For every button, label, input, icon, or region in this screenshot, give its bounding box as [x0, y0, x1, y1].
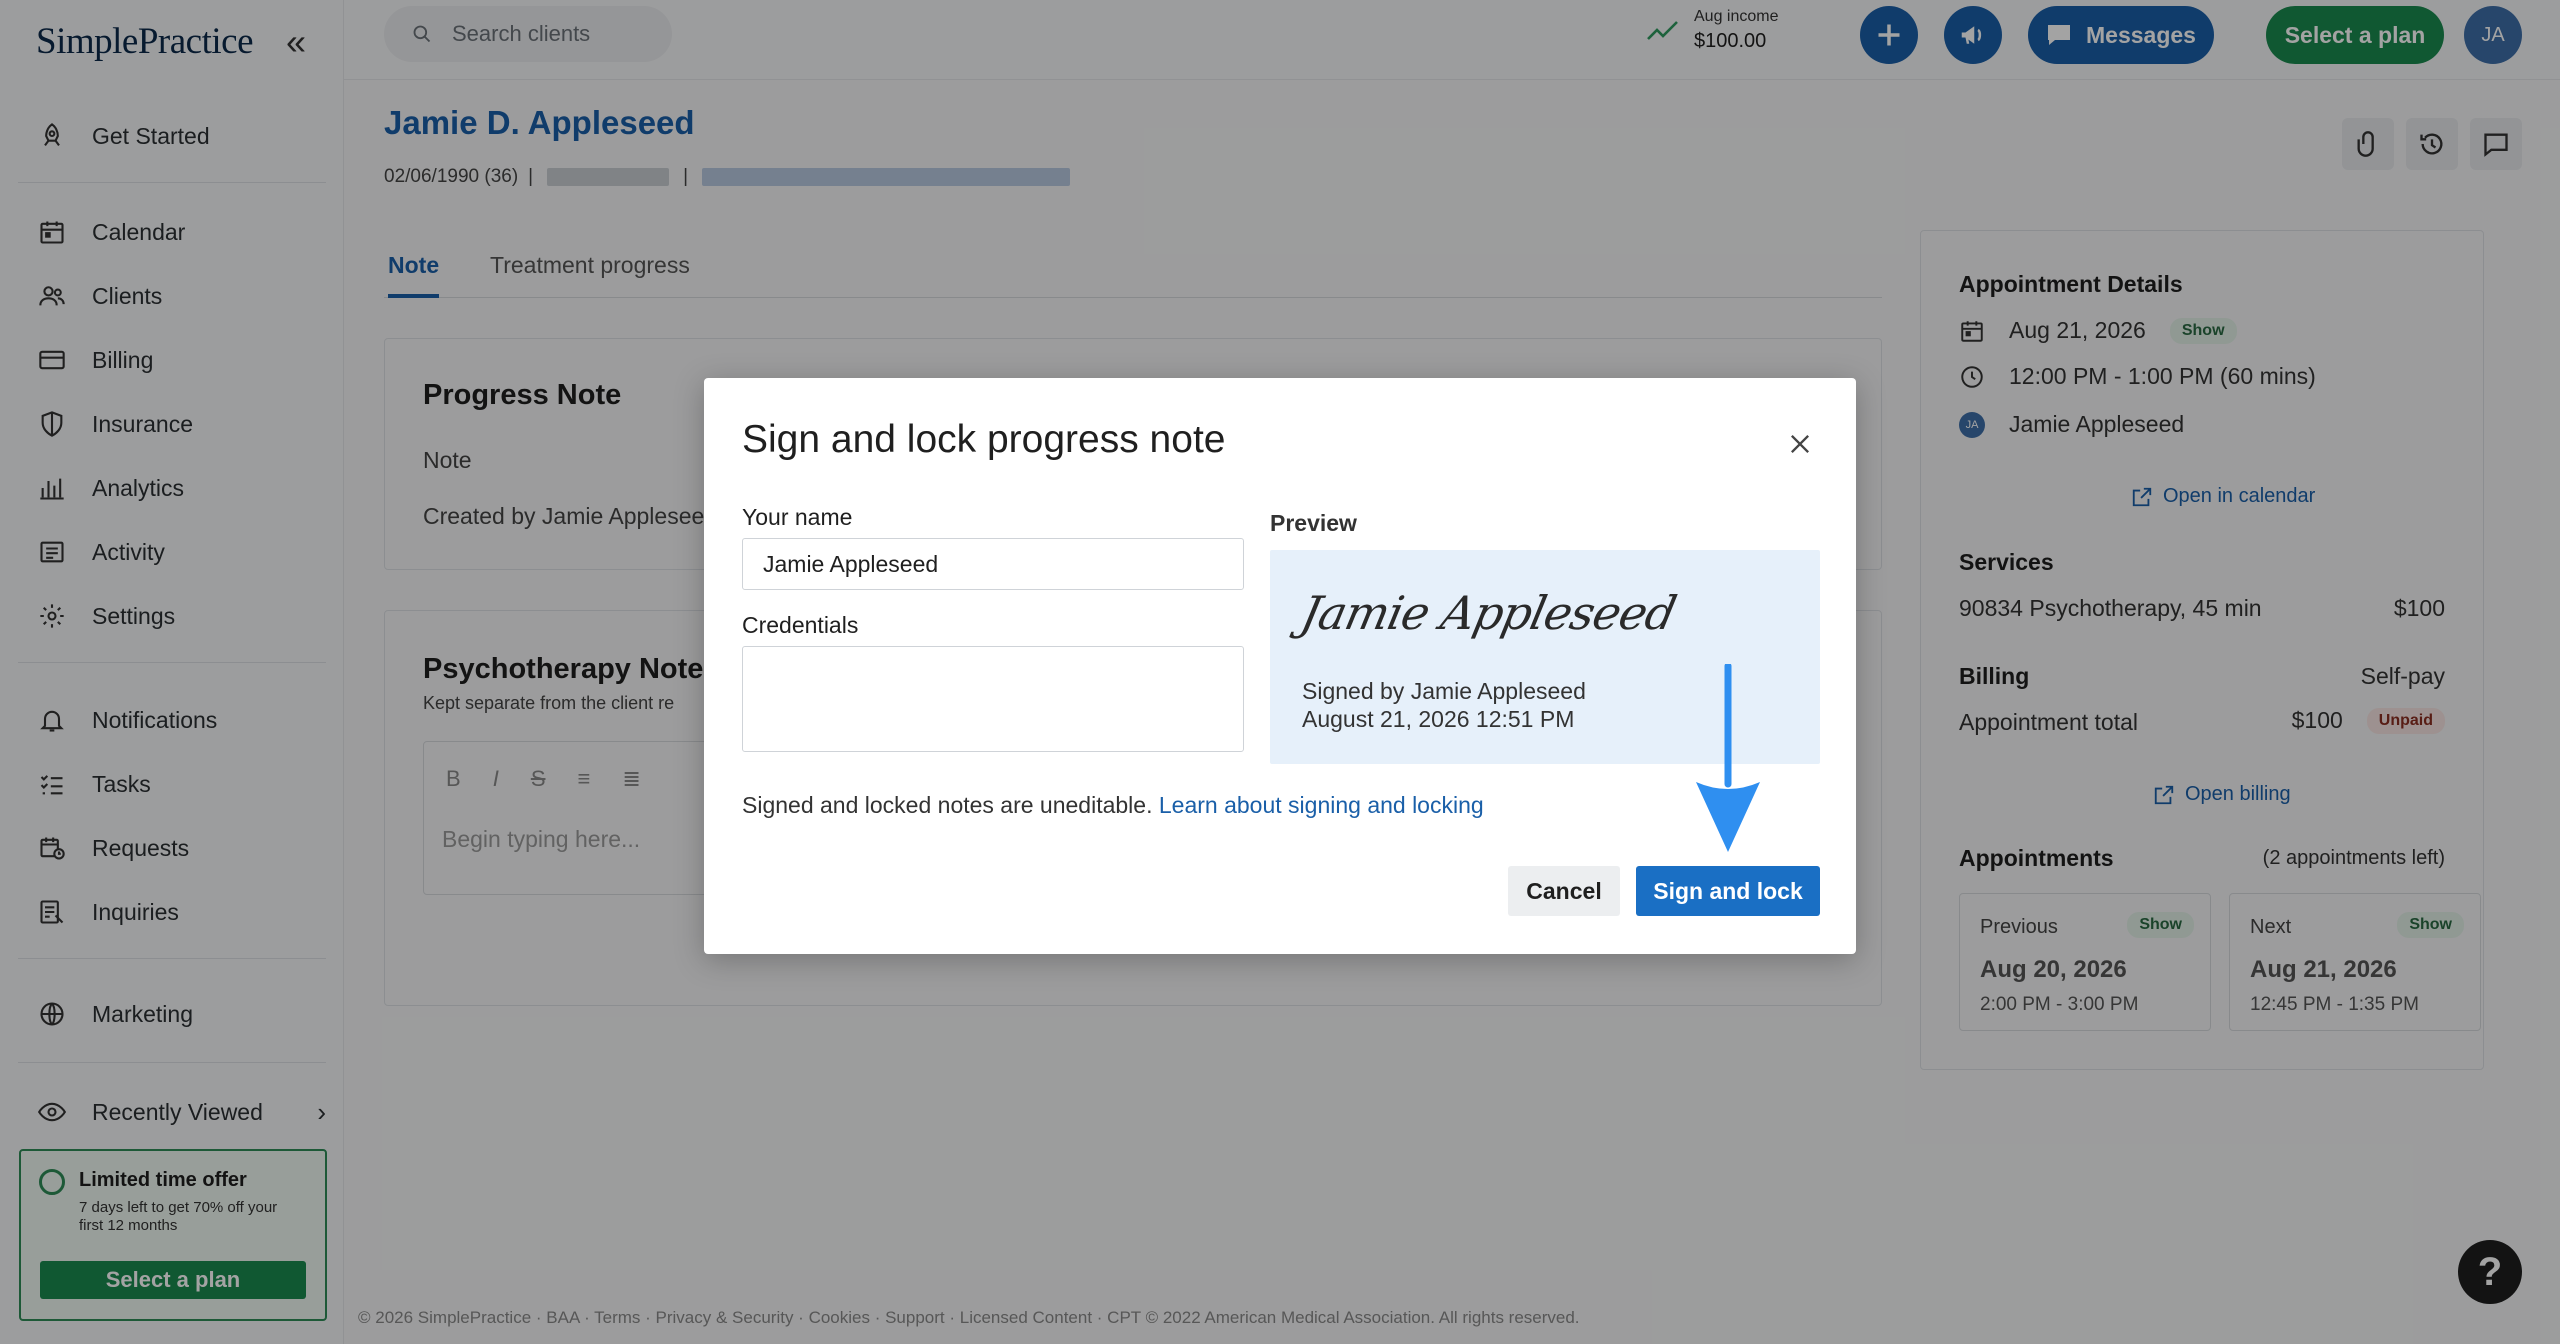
- lock-notice-text: Signed and locked notes are uneditable.: [742, 792, 1153, 818]
- close-icon[interactable]: [1786, 430, 1814, 458]
- signed-at: August 21, 2026 12:51 PM: [1302, 706, 1575, 732]
- preview-label: Preview: [1270, 510, 1357, 536]
- sign-and-lock-button[interactable]: Sign and lock: [1636, 866, 1820, 916]
- sign-and-lock-dialog: Sign and lock progress note Your name Ja…: [704, 378, 1856, 954]
- learn-signing-link[interactable]: Learn about signing and locking: [1159, 792, 1484, 818]
- cancel-button[interactable]: Cancel: [1508, 866, 1620, 916]
- credentials-input[interactable]: [742, 646, 1244, 752]
- credentials-label: Credentials: [742, 612, 859, 638]
- dialog-title: Sign and lock progress note: [742, 418, 1226, 461]
- your-name-input[interactable]: Jamie Appleseed: [742, 538, 1244, 590]
- annotation-arrow-down-icon: [1696, 664, 1760, 852]
- your-name-label: Your name: [742, 504, 853, 530]
- signature: Jamie Appleseed: [1296, 586, 1681, 640]
- lock-notice: Signed and locked notes are uneditable. …: [742, 792, 1484, 819]
- signed-by: Signed by Jamie Appleseed: [1302, 678, 1586, 704]
